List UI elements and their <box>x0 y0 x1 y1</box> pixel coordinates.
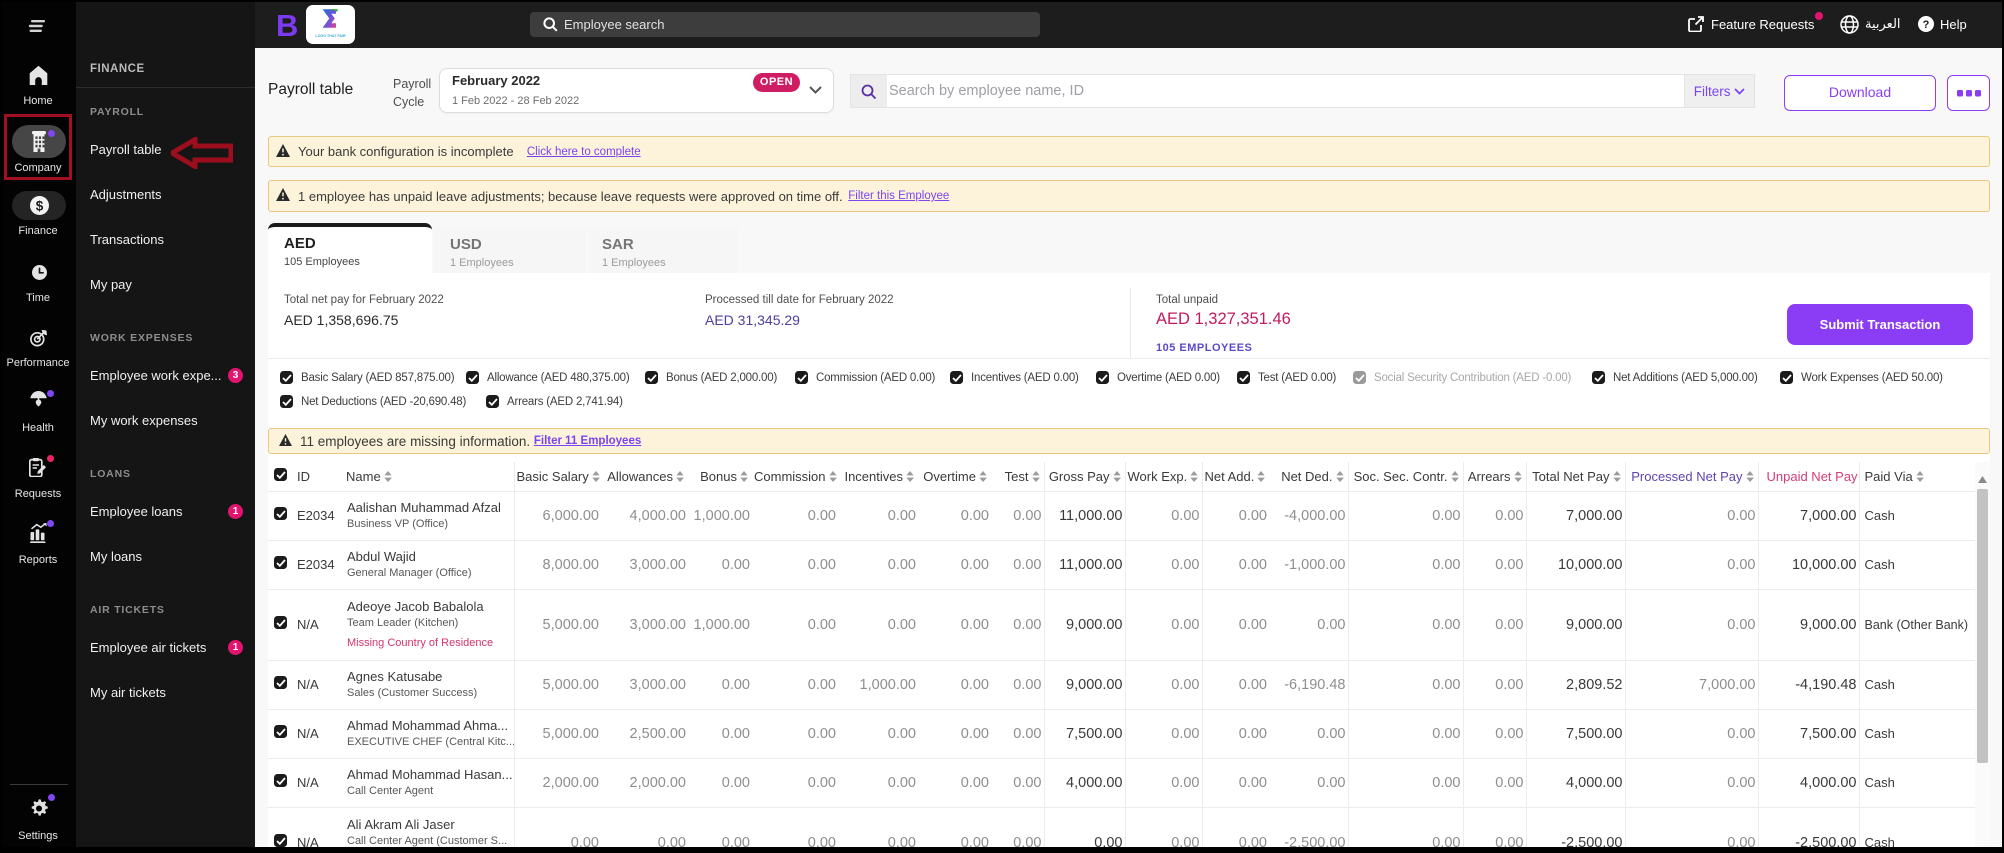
svg-text:$: $ <box>35 198 43 213</box>
svg-text:?: ? <box>1923 19 1930 31</box>
